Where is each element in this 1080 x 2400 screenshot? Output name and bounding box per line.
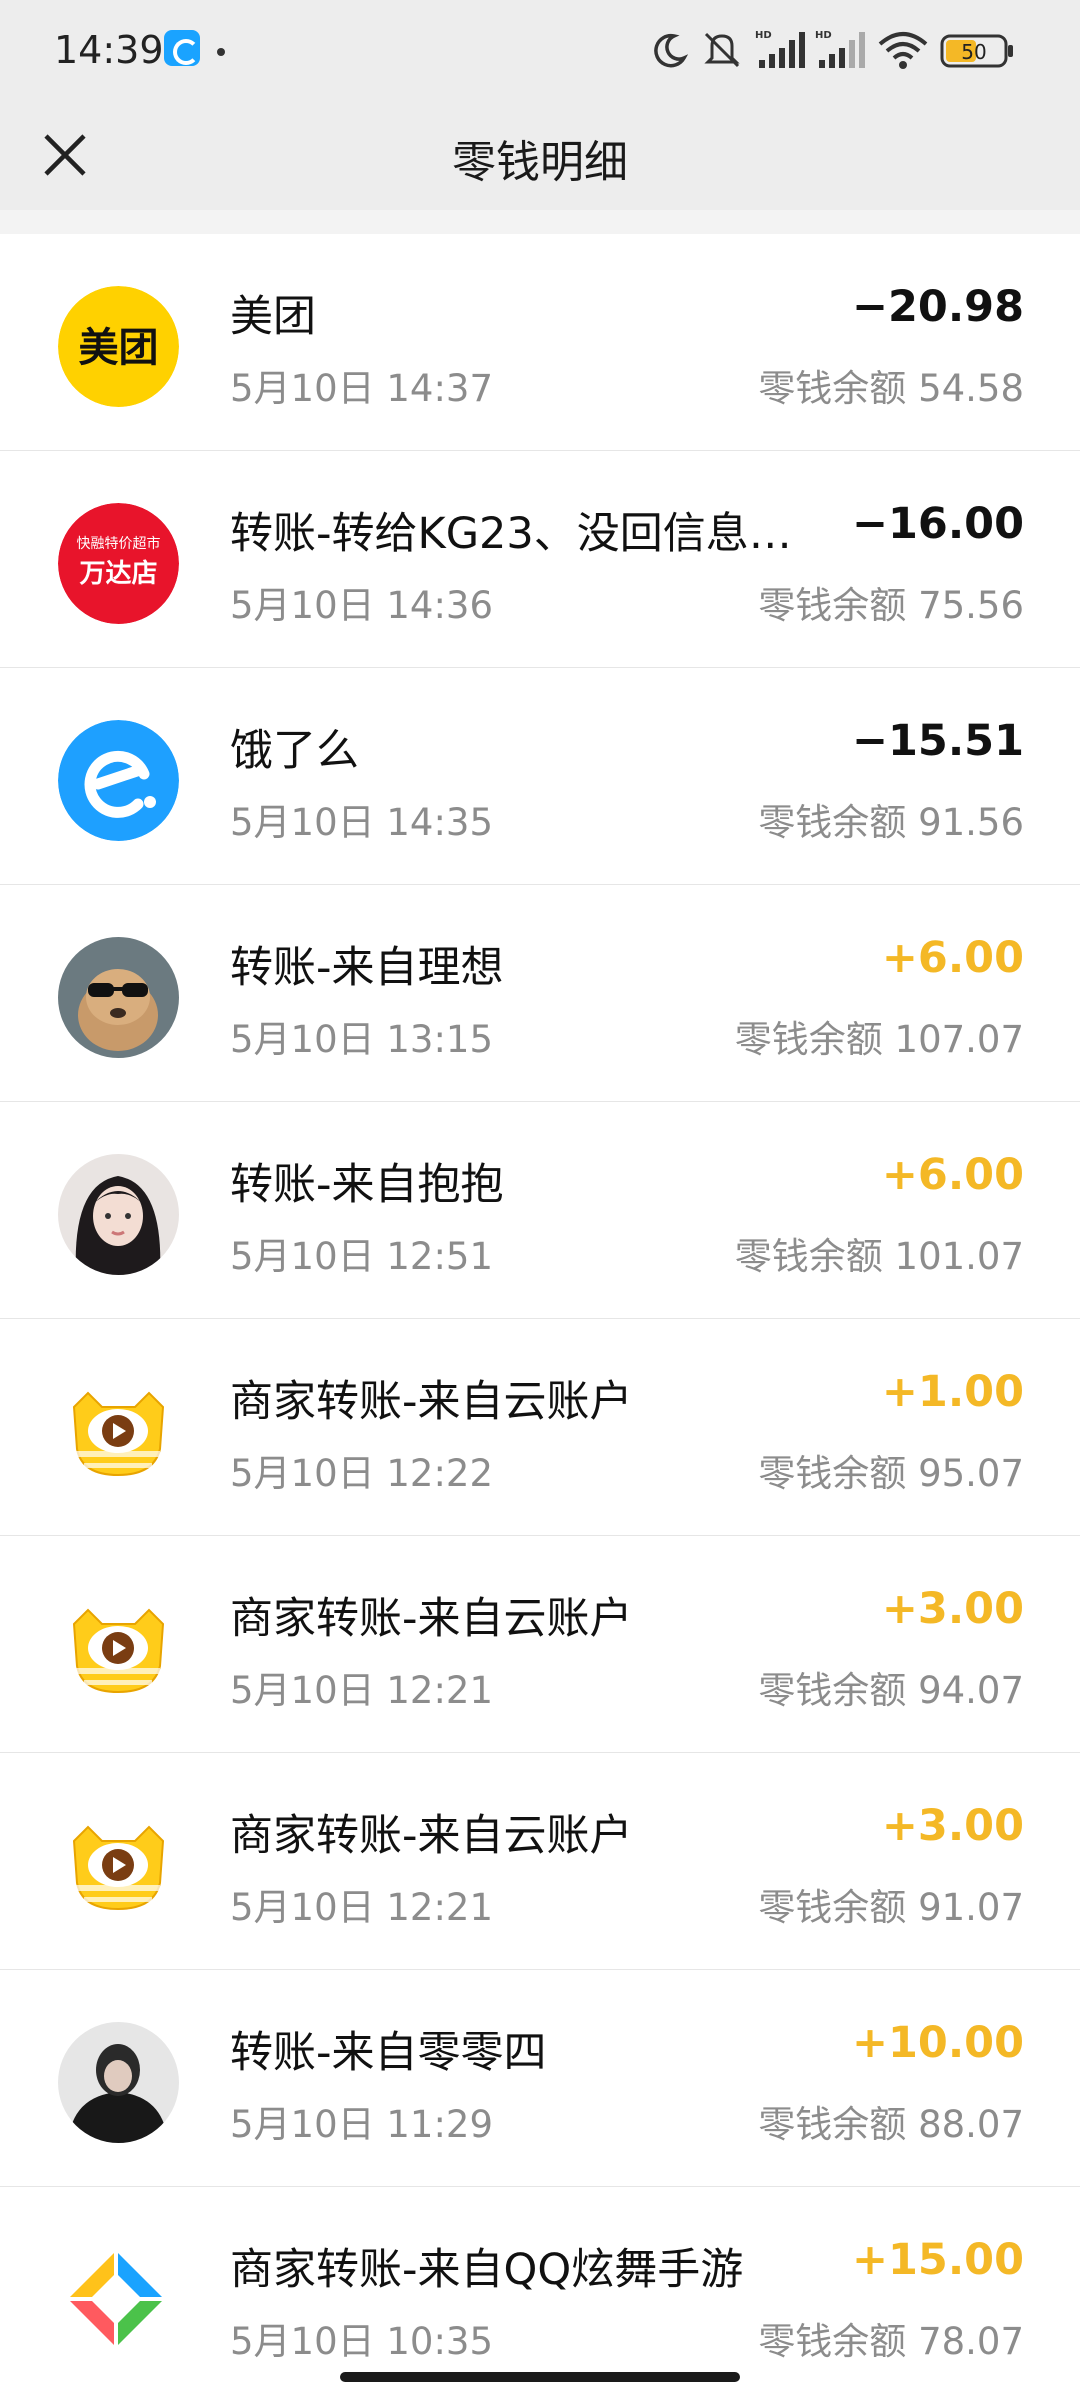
svg-text:HD: HD <box>815 30 832 41</box>
transaction-amount: +6.00 <box>881 933 1024 983</box>
section-divider <box>0 210 1080 234</box>
transaction-time: 5月10日 13:15 <box>230 1018 494 1061</box>
transaction-row[interactable]: 商家转账-来自云账户 5月10日 12:21 +3.00 零钱余额 94.07 <box>0 1536 1080 1753</box>
balance-after: 零钱余额 88.07 <box>758 2103 1024 2146</box>
transaction-title: 美团 <box>230 292 316 342</box>
battery-level: 50 <box>961 40 986 64</box>
person-dark-avatar-icon <box>58 2022 179 2143</box>
transaction-time: 5月10日 12:22 <box>230 1452 494 1495</box>
balance-after: 零钱余额 91.07 <box>758 1886 1024 1929</box>
transaction-title: 商家转账-来自云账户 <box>230 1811 633 1861</box>
mute-icon <box>704 32 740 68</box>
yellow-cat-play-logo-icon <box>58 1588 179 1709</box>
status-time: 14:39 <box>54 28 164 72</box>
status-bar: 14:39 HD HD 50 <box>0 0 1080 100</box>
title-bar: 零钱明细 <box>0 100 1080 210</box>
wanda-logo-subtext: 快融特价超市 <box>77 535 161 552</box>
yellow-cat-play-logo-icon <box>58 1805 179 1926</box>
balance-after: 零钱余额 78.07 <box>758 2320 1024 2363</box>
home-indicator[interactable] <box>340 2372 740 2382</box>
transaction-amount: −15.51 <box>851 716 1024 766</box>
notification-dot-icon <box>217 48 225 56</box>
wanda-store-logo-icon: 快融特价超市 万达店 <box>58 503 179 624</box>
transaction-title: 商家转账-来自QQ炫舞手游 <box>230 2245 744 2295</box>
transaction-row[interactable]: 转账-来自理想 5月10日 13:15 +6.00 零钱余额 107.07 <box>0 885 1080 1102</box>
transaction-title: 商家转账-来自云账户 <box>230 1377 633 1427</box>
transaction-time: 5月10日 14:36 <box>230 584 494 627</box>
wifi-icon <box>878 32 928 69</box>
balance-after: 零钱余额 101.07 <box>734 1235 1024 1278</box>
transaction-time: 5月10日 14:35 <box>230 801 494 844</box>
transaction-row[interactable]: 美团 美团 5月10日 14:37 −20.98 零钱余额 54.58 <box>0 234 1080 451</box>
signal-hd-icon-2: HD <box>815 30 865 68</box>
battery-icon: 50 <box>940 34 1013 68</box>
meituan-logo-text: 美团 <box>79 325 159 371</box>
transaction-title: 商家转账-来自云账户 <box>230 1594 633 1644</box>
transaction-time: 5月10日 12:51 <box>230 1235 494 1278</box>
transaction-row[interactable]: 商家转账-来自云账户 5月10日 12:21 +3.00 零钱余额 91.07 <box>0 1753 1080 1970</box>
transaction-time: 5月10日 12:21 <box>230 1669 494 1712</box>
transaction-title: 转账-来自抱抱 <box>230 1160 504 1210</box>
transaction-row[interactable]: 转账-来自零零四 5月10日 11:29 +10.00 零钱余额 88.07 <box>0 1970 1080 2187</box>
transaction-amount: +1.00 <box>881 1367 1024 1417</box>
transaction-amount: +10.00 <box>851 2018 1024 2068</box>
balance-after: 零钱余额 54.58 <box>758 367 1024 410</box>
page-title: 零钱明细 <box>452 137 628 188</box>
balance-after: 零钱余额 91.56 <box>758 801 1024 844</box>
eleme-notification-icon <box>164 30 200 66</box>
transaction-time: 5月10日 11:29 <box>230 2103 494 2146</box>
balance-after: 零钱余额 95.07 <box>758 1452 1024 1495</box>
balance-after: 零钱余额 75.56 <box>758 584 1024 627</box>
wanda-logo-text: 万达店 <box>79 559 157 589</box>
transaction-row[interactable]: 快融特价超市 万达店 转账-转给KG23、没回信息… 5月10日 14:36 −… <box>0 451 1080 668</box>
meituan-logo-icon: 美团 <box>58 286 179 407</box>
transaction-amount: −16.00 <box>851 499 1024 549</box>
transaction-time: 5月10日 14:37 <box>230 367 494 410</box>
transaction-amount: +6.00 <box>881 1150 1024 1200</box>
transaction-title: 转账-来自理想 <box>230 943 504 993</box>
transaction-row[interactable]: 商家转账-来自QQ炫舞手游 5月10日 10:35 +15.00 零钱余额 78… <box>0 2187 1080 2400</box>
girl-portrait-avatar-icon <box>58 1154 179 1275</box>
transaction-title: 转账-来自零零四 <box>230 2028 547 2078</box>
transaction-row[interactable]: 转账-来自抱抱 5月10日 12:51 +6.00 零钱余额 101.07 <box>0 1102 1080 1319</box>
transaction-list[interactable]: 美团 美团 5月10日 14:37 −20.98 零钱余额 54.58 快融特价… <box>0 234 1080 2400</box>
signal-hd-icon: HD <box>755 30 805 68</box>
transaction-amount: +15.00 <box>851 2235 1024 2285</box>
qq-dance-game-logo-icon <box>58 2239 179 2360</box>
transaction-amount: −20.98 <box>851 282 1024 332</box>
transaction-amount: +3.00 <box>881 1801 1024 1851</box>
transaction-time: 5月10日 12:21 <box>230 1886 494 1929</box>
transaction-row[interactable]: 饿了么 5月10日 14:35 −15.51 零钱余额 91.56 <box>0 668 1080 885</box>
status-icons: HD HD 50 <box>640 0 1080 100</box>
eleme-logo-icon <box>58 720 179 841</box>
moon-icon <box>654 33 688 68</box>
balance-after: 零钱余额 107.07 <box>734 1018 1024 1061</box>
yellow-cat-play-logo-icon <box>58 1371 179 1492</box>
dog-sunglasses-avatar-icon <box>58 937 179 1058</box>
transaction-time: 5月10日 10:35 <box>230 2320 494 2363</box>
balance-after: 零钱余额 94.07 <box>758 1669 1024 1712</box>
svg-text:HD: HD <box>755 30 772 41</box>
transaction-row[interactable]: 商家转账-来自云账户 5月10日 12:22 +1.00 零钱余额 95.07 <box>0 1319 1080 1536</box>
transaction-title: 转账-转给KG23、没回信息… <box>230 509 792 559</box>
transaction-amount: +3.00 <box>881 1584 1024 1634</box>
transaction-title: 饿了么 <box>230 726 359 776</box>
